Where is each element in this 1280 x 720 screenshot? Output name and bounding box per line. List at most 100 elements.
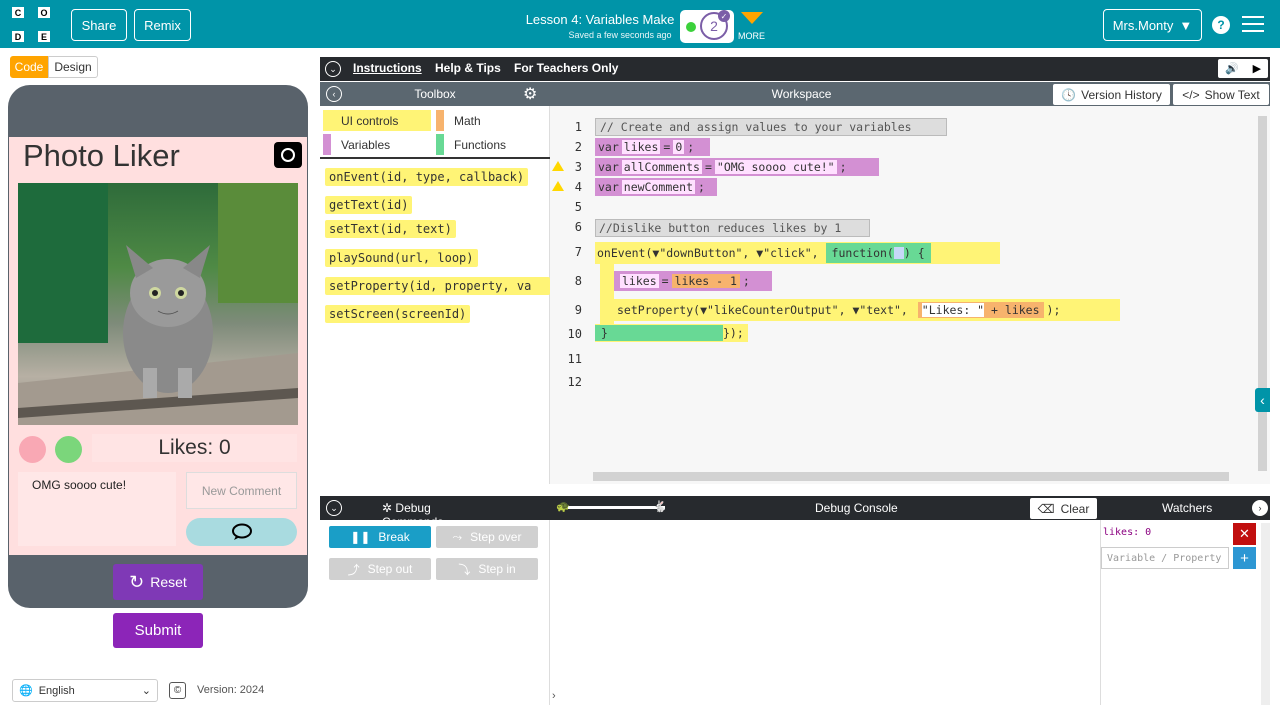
new-comment-input[interactable]: New Comment	[186, 472, 297, 509]
reset-button[interactable]: ↻ Reset	[113, 564, 203, 600]
clear-console-button[interactable]: ⌫ Clear	[1030, 498, 1097, 519]
event-id-arg[interactable]: "downButton",	[659, 246, 749, 260]
expand-panel-chevron-icon[interactable]: ‹	[1255, 388, 1270, 412]
thumbs-up-button[interactable]	[55, 436, 82, 463]
post-comment-button[interactable]	[186, 518, 297, 546]
gear-icon[interactable]: ⚙	[523, 84, 537, 104]
var-name[interactable]: newComment	[621, 180, 696, 194]
expand-watchers-icon[interactable]: ›	[1252, 500, 1268, 516]
block-settext[interactable]: setText(id, text)	[325, 220, 456, 238]
var-newcomment-block[interactable]: var newComment;	[595, 178, 717, 196]
reset-label: Reset	[150, 574, 187, 590]
string-literal[interactable]: "Likes: "	[921, 303, 985, 317]
dropdown-icon[interactable]: ▼	[652, 246, 659, 260]
category-functions[interactable]: Functions	[436, 134, 544, 155]
comment-block[interactable]: // Create and assign values to your vari…	[595, 118, 947, 136]
tab-instructions[interactable]: Instructions	[353, 61, 422, 75]
var-name[interactable]: allComments	[621, 160, 702, 174]
block-setscreen[interactable]: setScreen(screenId)	[325, 305, 471, 323]
watchers-scrollbar[interactable]	[1261, 523, 1270, 705]
camera-icon[interactable]	[274, 142, 302, 168]
copyright-icon[interactable]: ©	[169, 682, 186, 699]
play-icon[interactable]: ▶	[1253, 62, 1261, 75]
concat-expression[interactable]: "Likes: " + likes	[917, 302, 1044, 318]
code-org-logo[interactable]: C O D E	[12, 7, 50, 43]
step-over-button[interactable]: ⤳ Step over	[436, 526, 538, 548]
more-label[interactable]: MORE	[738, 31, 765, 41]
function-block[interactable]: function() {	[825, 243, 931, 263]
audio-controls[interactable]: 🔊 ▶	[1218, 59, 1268, 78]
category-variables[interactable]: Variables	[323, 134, 431, 155]
collapse-left-icon[interactable]: ‹	[326, 86, 342, 102]
horizontal-scrollbar[interactable]	[593, 472, 1229, 481]
property-name-arg[interactable]: "text",	[859, 303, 907, 317]
help-icon[interactable]: ?	[1212, 16, 1230, 34]
var-value[interactable]: 0	[673, 140, 685, 154]
logo-letter: D	[12, 31, 24, 42]
share-button[interactable]: Share	[71, 9, 127, 41]
math-expression[interactable]: likes - 1	[671, 274, 740, 288]
semicolon: ;	[687, 140, 695, 154]
step-in-button[interactable]: ⤵ Step in	[436, 558, 538, 580]
block-onevent[interactable]: onEvent(id, type, callback)	[325, 168, 529, 186]
hamburger-menu-icon[interactable]	[1242, 16, 1264, 32]
submit-button[interactable]: Submit	[113, 613, 203, 648]
dropdown-icon[interactable]: ▼	[852, 303, 859, 317]
var-value[interactable]: "OMG soooo cute!"	[714, 160, 837, 174]
warning-icon[interactable]	[552, 181, 564, 191]
version-history-button[interactable]: 🕓 Version History	[1053, 84, 1170, 105]
add-watch-button[interactable]: +	[1233, 547, 1256, 569]
vertical-scrollbar[interactable]	[1258, 116, 1267, 471]
design-mode-toggle[interactable]: Design	[48, 56, 98, 78]
onevent-keyword: onEvent(	[597, 246, 653, 260]
collapse-chevron-icon[interactable]: ⌄	[325, 61, 341, 77]
tab-teachers-only[interactable]: For Teachers Only	[514, 61, 618, 75]
var-likes-block[interactable]: var likes = 0;	[595, 138, 710, 156]
break-label: Break	[378, 530, 410, 544]
workspace-title: Workspace	[771, 87, 832, 101]
onevent-footer[interactable]: }});	[595, 324, 748, 342]
var-allcomments-block[interactable]: var allComments = "OMG soooo cute!";	[595, 158, 879, 176]
block-gettext[interactable]: getText(id)	[325, 196, 413, 214]
lesson-title[interactable]: Lesson 4: Variables Make	[510, 12, 690, 27]
remove-watch-button[interactable]: ✕	[1233, 523, 1256, 545]
collapse-debug-icon[interactable]: ⌄	[326, 500, 342, 516]
debug-console-output[interactable]	[550, 520, 1100, 705]
language-select[interactable]: 🌐 English ⌄	[12, 679, 158, 702]
dropdown-icon[interactable]: ▼	[700, 303, 707, 317]
more-arrow-icon[interactable]	[741, 12, 763, 24]
comments-box[interactable]: OMG soooo cute!	[18, 472, 176, 546]
assign-likes-block[interactable]: likes = likes - 1;	[614, 271, 772, 291]
tab-help-tips[interactable]: Help & Tips	[435, 61, 501, 75]
remix-button[interactable]: Remix	[134, 9, 191, 41]
setproperty-block[interactable]: setProperty(▼ "likeCounterOutput", ▼ "text…	[614, 299, 1120, 321]
block-setproperty[interactable]: setProperty(id, property, va	[325, 277, 550, 295]
event-type-arg[interactable]: "click",	[763, 246, 818, 260]
category-math[interactable]: Math	[436, 110, 544, 131]
user-menu[interactable]: Mrs.Monty ▼	[1103, 9, 1202, 41]
block-playsound[interactable]: playSound(url, loop)	[325, 249, 478, 267]
turtle-icon: 🐢	[556, 501, 570, 513]
category-ui-controls[interactable]: UI controls	[323, 110, 431, 131]
watch-input[interactable]: Variable / Property	[1101, 547, 1229, 569]
var-name[interactable]: likes	[620, 274, 659, 288]
comment-block[interactable]: //Dislike button reduces likes by 1	[595, 219, 870, 237]
param-slot[interactable]	[893, 247, 904, 259]
app-title: Photo Liker	[23, 138, 180, 173]
toolbox-divider	[320, 157, 550, 159]
onevent-block[interactable]: onEvent(▼ "downButton", ▼ "click", functio…	[595, 242, 1000, 264]
var-name[interactable]: likes	[621, 140, 661, 154]
progress-bubble[interactable]: 2 ✓	[680, 10, 734, 43]
break-button[interactable]: ❚❚ Break	[329, 526, 431, 548]
speaker-icon[interactable]: 🔊	[1225, 62, 1239, 75]
property-id-arg[interactable]: "likeCounterOutput",	[707, 303, 845, 317]
step-out-button[interactable]: ⤴ Step out	[329, 558, 431, 580]
show-text-button[interactable]: </> Show Text	[1173, 84, 1269, 105]
speed-slider[interactable]	[560, 506, 665, 509]
dropdown-icon[interactable]: ▼	[756, 246, 763, 260]
thumbs-down-button[interactable]	[19, 436, 46, 463]
warning-icon[interactable]	[552, 161, 564, 171]
code-mode-toggle[interactable]: Code	[10, 56, 48, 78]
console-prompt-icon[interactable]: ›	[552, 690, 556, 702]
semicolon: ;	[742, 274, 750, 288]
